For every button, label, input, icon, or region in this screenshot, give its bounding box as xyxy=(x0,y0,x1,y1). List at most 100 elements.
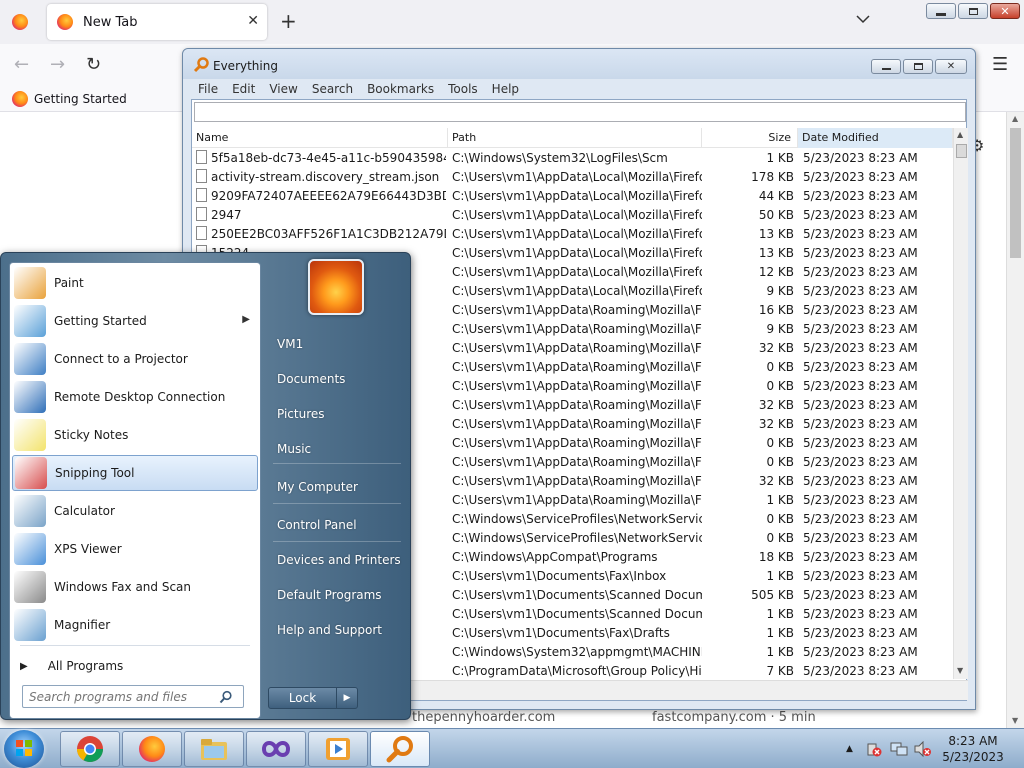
start-link-my-computer[interactable]: My Computer xyxy=(277,480,358,494)
menu-search[interactable]: Search xyxy=(305,79,360,99)
result-size: 1 KB xyxy=(766,569,794,583)
all-programs-button[interactable]: ▶ All Programs xyxy=(12,653,258,679)
menu-bookmarks[interactable]: Bookmarks xyxy=(360,79,441,99)
result-row[interactable]: activity-stream.discovery_stream.json C:\… xyxy=(192,168,953,187)
start-program-magnifier[interactable]: Magnifier xyxy=(12,607,258,643)
menu-file[interactable]: File xyxy=(191,79,225,99)
taskbar-media-player[interactable] xyxy=(308,731,368,767)
everything-maximize-button[interactable] xyxy=(903,59,933,74)
lock-button[interactable]: Lock xyxy=(269,688,337,708)
result-path: C:\Windows\ServiceProfiles\NetworkServic… xyxy=(452,531,702,545)
taskbar-visual-studio[interactable] xyxy=(246,731,306,767)
result-path: C:\Users\vm1\AppData\Local\Mozilla\Firef… xyxy=(452,189,702,203)
result-size: 1 KB xyxy=(766,607,794,621)
shutdown-options-icon[interactable]: ▶ xyxy=(337,688,357,708)
list-all-tabs-icon[interactable] xyxy=(856,14,870,24)
start-program-paint[interactable]: Paint xyxy=(12,265,258,301)
column-header-name[interactable]: Name xyxy=(192,128,448,148)
result-size: 44 KB xyxy=(758,189,794,203)
result-size: 18 KB xyxy=(758,550,794,564)
user-picture[interactable] xyxy=(308,259,364,315)
taskbar-explorer[interactable] xyxy=(184,731,244,767)
hamburger-menu-icon[interactable]: ☰ xyxy=(992,54,1008,75)
start-button[interactable] xyxy=(4,730,44,768)
result-path: C:\Users\vm1\Documents\Scanned Docume... xyxy=(452,588,702,602)
start-program-calculator[interactable]: Calculator xyxy=(12,493,258,529)
start-link-default-programs[interactable]: Default Programs xyxy=(277,588,382,602)
start-link-documents[interactable]: Documents xyxy=(277,372,345,386)
everything-title: Everything xyxy=(213,59,278,73)
result-row[interactable]: 2947 C:\Users\vm1\AppData\Local\Mozilla\F… xyxy=(192,206,953,225)
start-program-remote-desktop[interactable]: Remote Desktop Connection xyxy=(12,379,258,415)
start-link-help-and-support[interactable]: Help and Support xyxy=(277,623,382,637)
result-date: 5/23/2023 8:23 AM xyxy=(803,265,918,279)
scroll-down-icon[interactable]: ▼ xyxy=(1012,716,1018,725)
back-icon[interactable]: ← xyxy=(14,54,29,75)
reload-icon[interactable]: ↻ xyxy=(86,54,101,75)
story-source-right[interactable]: fastcompany.com · 5 min xyxy=(652,710,816,725)
tab-new-tab[interactable]: New Tab ✕ xyxy=(47,4,267,40)
menu-help[interactable]: Help xyxy=(485,79,526,99)
start-link-devices-and-printers[interactable]: Devices and Printers xyxy=(277,553,401,567)
scroll-thumb[interactable] xyxy=(1010,128,1021,258)
file-icon xyxy=(196,226,207,240)
start-program-getting-started[interactable]: Getting Started ▶ xyxy=(12,303,258,339)
column-header-path[interactable]: Path xyxy=(448,128,702,148)
submenu-arrow-icon[interactable]: ▶ xyxy=(242,314,250,325)
result-row[interactable]: 250EE2BC03AFF526F1A1C3DB212A79DE3E... C:\… xyxy=(192,225,953,244)
result-row[interactable]: 9209FA72407AEEEE62A79E66443D3BD1D8... C:\… xyxy=(192,187,953,206)
results-scrollbar[interactable]: ▲ ▼ xyxy=(953,128,968,679)
results-scroll-up-icon[interactable]: ▲ xyxy=(957,130,963,139)
minimize-button[interactable] xyxy=(926,3,956,19)
start-link-pictures[interactable]: Pictures xyxy=(277,407,325,421)
close-button[interactable]: ✕ xyxy=(990,3,1020,19)
new-tab-button[interactable]: + xyxy=(280,11,297,31)
taskbar-everything[interactable] xyxy=(370,731,430,767)
result-path: C:\Users\vm1\AppData\Roaming\Mozilla\Fir… xyxy=(452,341,702,355)
start-program-snipping-tool[interactable]: Snipping Tool xyxy=(12,455,258,491)
program-label: XPS Viewer xyxy=(54,542,122,556)
start-program-projector[interactable]: Connect to a Projector xyxy=(12,341,258,377)
everything-search-input[interactable] xyxy=(194,102,966,122)
search-icon[interactable] xyxy=(219,690,233,704)
taskbar-firefox[interactable] xyxy=(122,731,182,767)
start-link-vm1[interactable]: VM1 xyxy=(277,337,303,351)
start-program-sticky-notes[interactable]: Sticky Notes xyxy=(12,417,258,453)
clock[interactable]: 8:23 AM 5/23/2023 xyxy=(930,733,1016,765)
everything-title-bar[interactable]: Everything ✕ xyxy=(183,49,975,79)
result-row[interactable]: 5f5a18eb-dc73-4e45-a11c-b59043598412 C:\W… xyxy=(192,149,953,168)
result-date: 5/23/2023 8:23 AM xyxy=(803,208,918,222)
action-center-icon[interactable] xyxy=(866,741,882,757)
results-scroll-thumb[interactable] xyxy=(956,144,967,158)
result-date: 5/23/2023 8:23 AM xyxy=(803,455,918,469)
page-scrollbar[interactable]: ▲ ▼ xyxy=(1006,112,1024,728)
results-scroll-down-icon[interactable]: ▼ xyxy=(957,666,963,675)
network-icon[interactable] xyxy=(890,741,908,757)
start-link-control-panel[interactable]: Control Panel xyxy=(277,518,357,532)
result-size: 505 KB xyxy=(751,588,794,602)
menu-tools[interactable]: Tools xyxy=(441,79,485,99)
forward-icon[interactable]: → xyxy=(50,54,65,75)
everything-close-button[interactable]: ✕ xyxy=(935,59,967,74)
result-size: 13 KB xyxy=(758,246,794,260)
restore-button[interactable] xyxy=(958,3,988,19)
scroll-up-icon[interactable]: ▲ xyxy=(1012,114,1018,123)
firefox-icon[interactable] xyxy=(12,14,28,30)
taskbar-chrome[interactable] xyxy=(60,731,120,767)
story-source-left[interactable]: thepennyhoarder.com xyxy=(412,710,555,725)
start-menu: Paint Getting Started ▶ Connect to a Projec… xyxy=(0,252,411,720)
menu-view[interactable]: View xyxy=(262,79,304,99)
start-link-music[interactable]: Music xyxy=(277,442,311,456)
start-search-box[interactable] xyxy=(22,685,244,708)
start-search-input[interactable] xyxy=(23,689,219,704)
everything-minimize-button[interactable] xyxy=(871,59,901,74)
start-program-fax-scan[interactable]: Windows Fax and Scan xyxy=(12,569,258,605)
column-header-date-modified[interactable]: Date Modified xyxy=(798,128,953,148)
start-program-xps-viewer[interactable]: XPS Viewer xyxy=(12,531,258,567)
menu-edit[interactable]: Edit xyxy=(225,79,262,99)
start-link-separator xyxy=(273,463,401,464)
column-header-size[interactable]: Size xyxy=(702,128,798,148)
show-hidden-icons-icon[interactable]: ▲ xyxy=(846,744,853,754)
bookmark-getting-started[interactable]: Getting Started xyxy=(12,91,127,107)
close-tab-icon[interactable]: ✕ xyxy=(247,13,259,29)
